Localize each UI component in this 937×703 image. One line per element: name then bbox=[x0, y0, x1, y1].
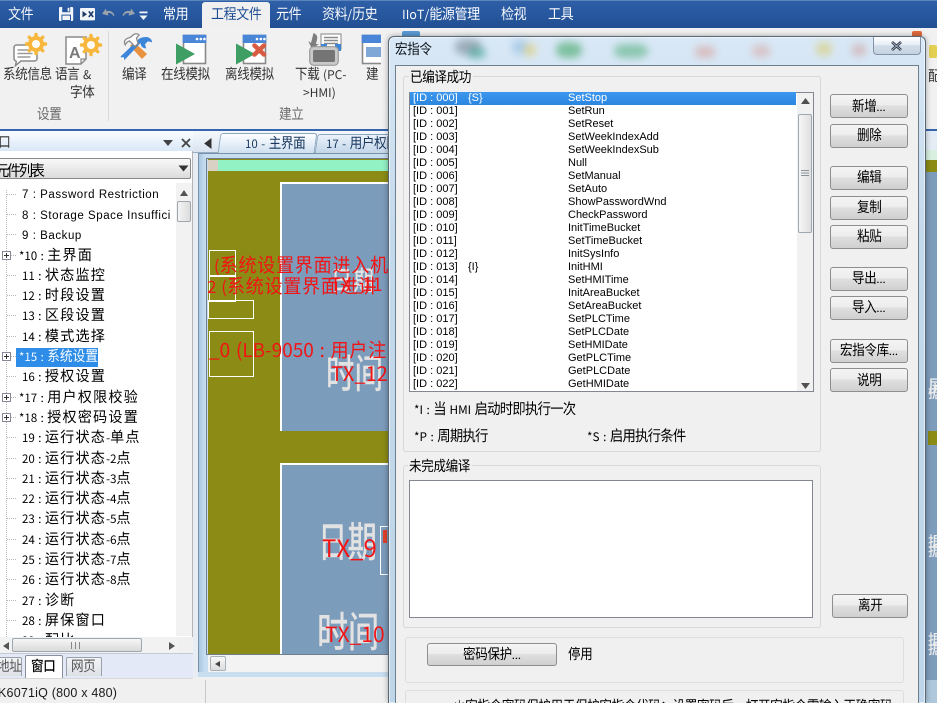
svg-text:A: A bbox=[69, 45, 81, 62]
